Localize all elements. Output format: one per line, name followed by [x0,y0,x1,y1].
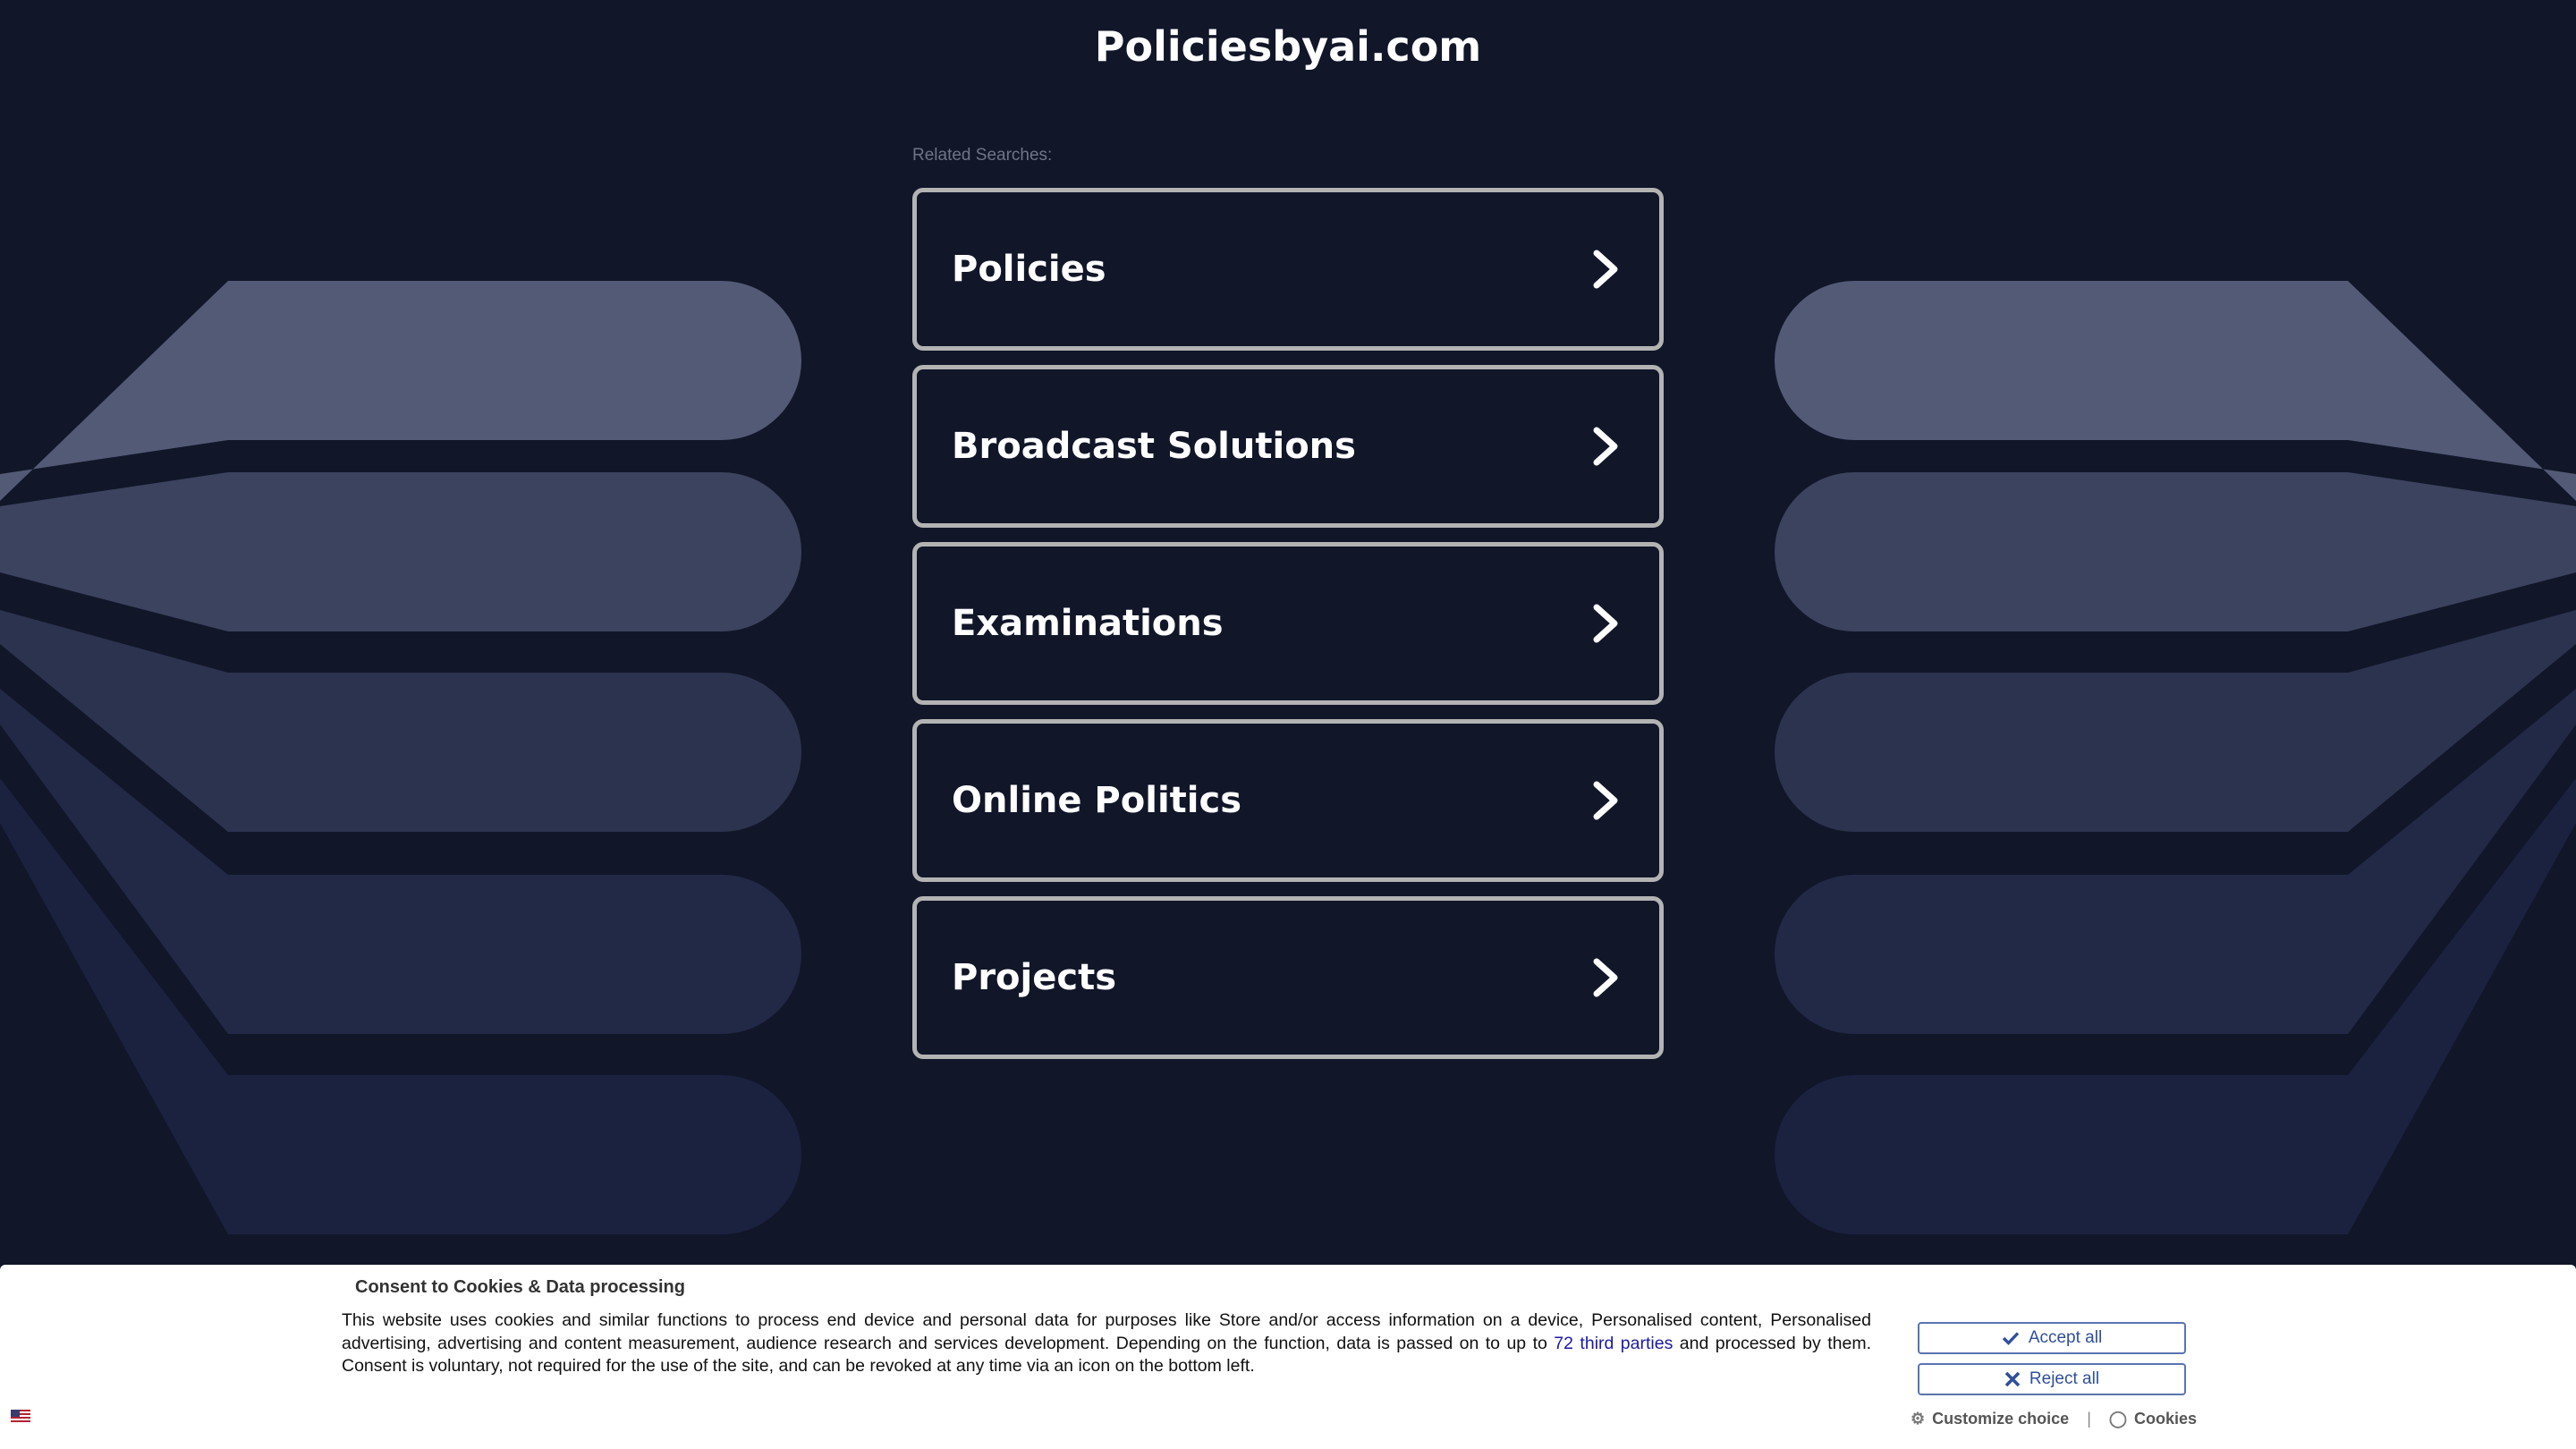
search-link-label: Projects [952,957,1117,998]
search-link-broadcast-solutions[interactable]: Broadcast Solutions [912,365,1664,528]
consent-description: This website uses cookies and similar fu… [342,1309,1871,1378]
related-searches-list: Policies Broadcast Solutions Examination… [912,188,1664,1073]
accept-all-button[interactable]: Accept all [1918,1322,2186,1354]
cookies-link[interactable]: Cookies [2134,1410,2197,1428]
left-bands [0,281,801,1234]
search-link-label: Examinations [952,603,1224,644]
consent-title: Consent to Cookies & Data processing [355,1277,685,1297]
search-link-policies[interactable]: Policies [912,188,1664,351]
close-icon [2004,1371,2021,1387]
chevron-right-icon [1593,250,1618,289]
search-link-projects[interactable]: Projects [912,896,1664,1059]
site-title: Policiesbyai.com [1094,22,1482,71]
flag-icon[interactable] [11,1410,30,1422]
right-bands [1775,281,2576,1234]
chevron-right-icon [1593,427,1618,466]
link-separator: | [2087,1410,2091,1428]
reject-all-button[interactable]: Reject all [1918,1363,2186,1395]
cookie-consent-banner: Consent to Cookies & Data processing Thi… [0,1265,2576,1449]
cookie-icon: ◯ [2108,1410,2128,1428]
search-link-label: Policies [952,249,1106,290]
chevron-right-icon [1593,958,1618,997]
search-link-examinations[interactable]: Examinations [912,542,1664,705]
search-link-label: Broadcast Solutions [952,426,1356,467]
gear-icon: ⚙ [1911,1410,1926,1428]
chevron-right-icon [1593,604,1618,643]
related-searches-label: Related Searches: [912,146,1053,165]
search-link-label: Online Politics [952,780,1242,821]
customize-choice-link[interactable]: Customize choice [1932,1410,2069,1428]
reject-all-label: Reject all [2029,1369,2100,1388]
accept-all-label: Accept all [2028,1328,2103,1347]
check-icon [2002,1332,2020,1345]
third-parties-link[interactable]: 72 third parties [1554,1334,1673,1353]
consent-footer-links: ⚙ Customize choice | ◯ Cookies [1911,1410,2197,1428]
chevron-right-icon [1593,781,1618,820]
search-link-online-politics[interactable]: Online Politics [912,719,1664,882]
